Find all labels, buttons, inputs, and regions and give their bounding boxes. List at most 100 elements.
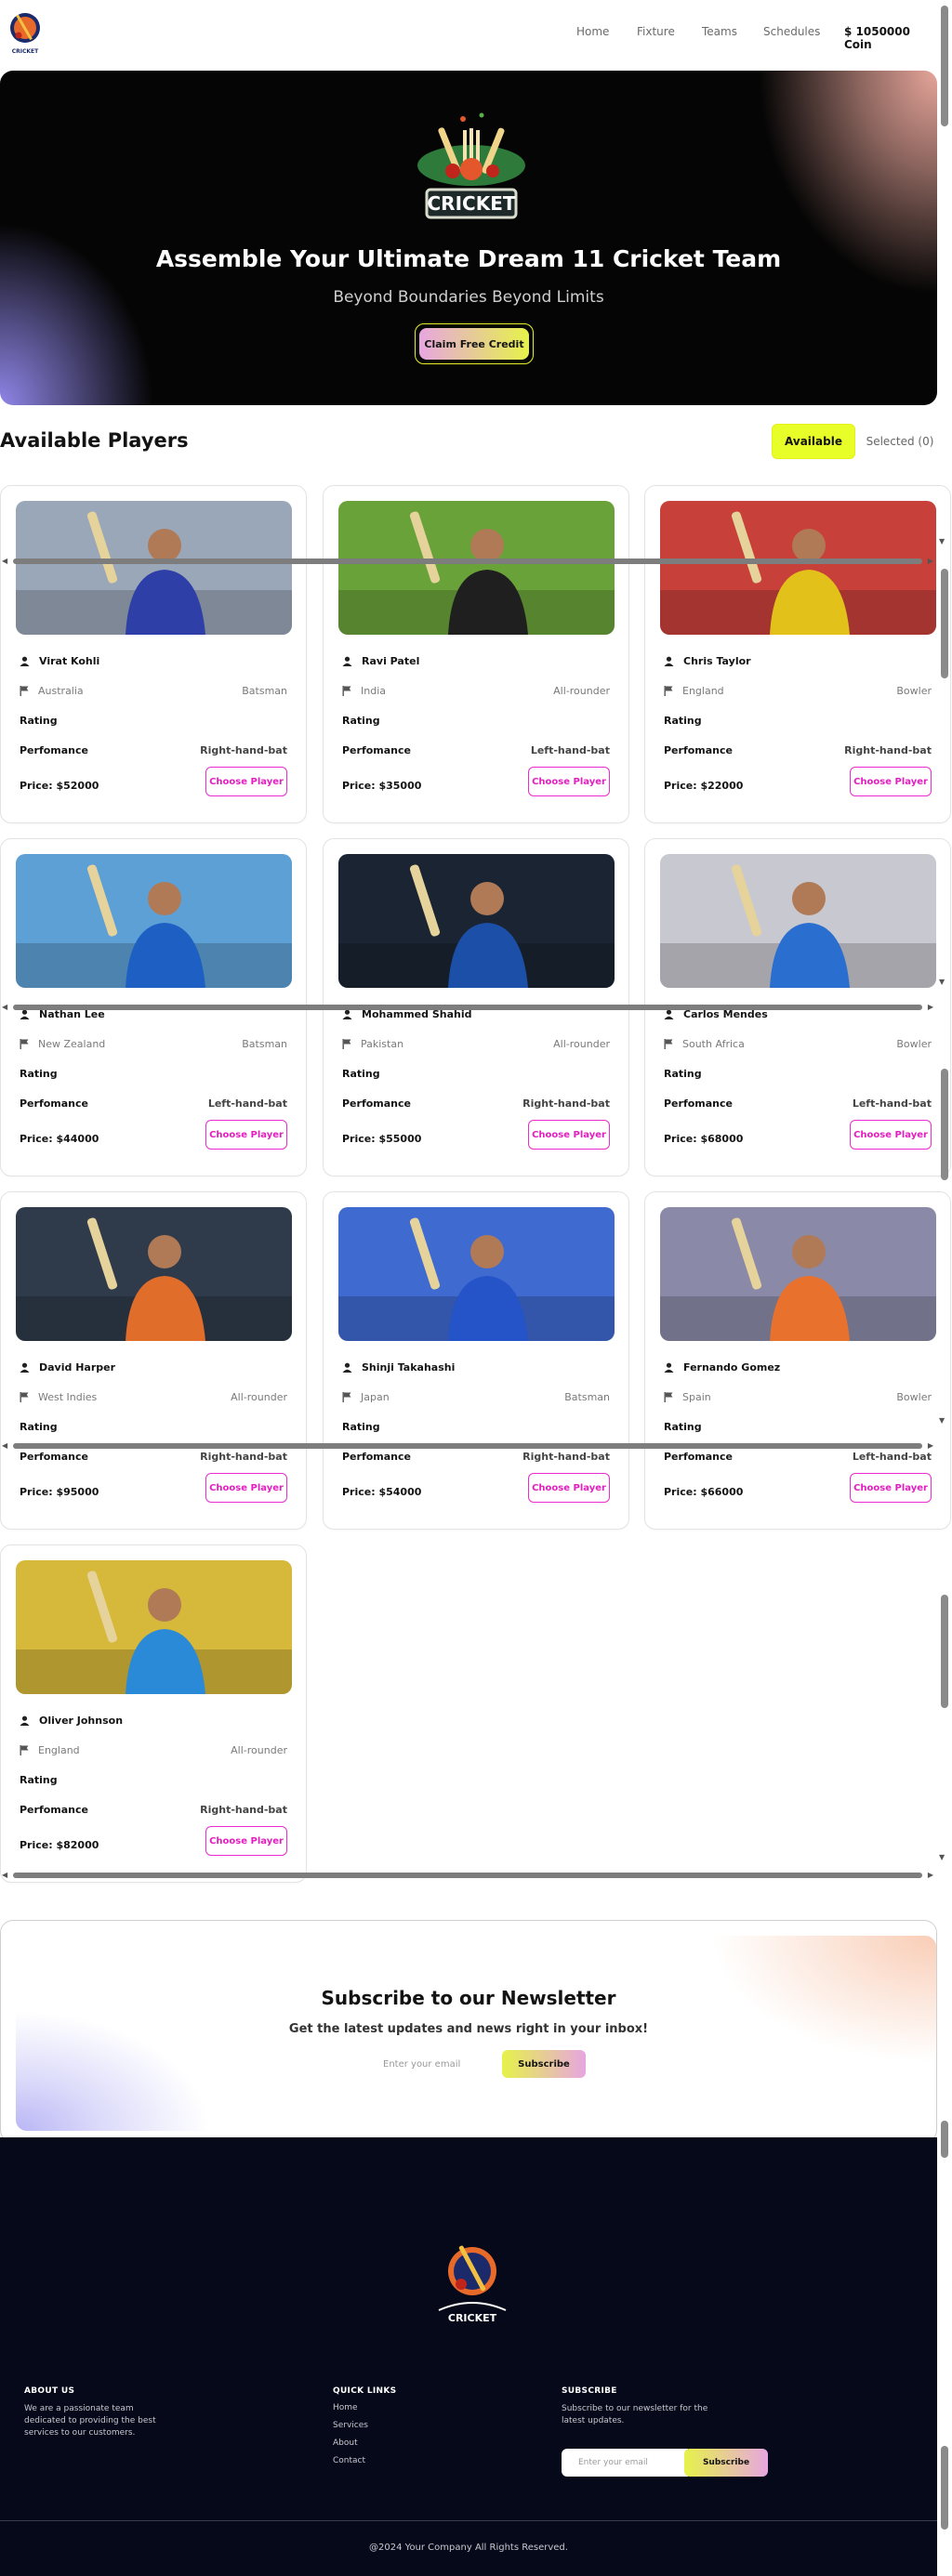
scroll-left-arrow-icon[interactable]: ◀ [2, 1871, 7, 1879]
player-photo [660, 501, 936, 635]
vertical-scrollbar-thumb[interactable] [941, 6, 948, 126]
scrollbar-thumb[interactable] [13, 1443, 922, 1449]
choose-player-button[interactable]: Choose Player [205, 1120, 287, 1150]
player-card: David Harper West Indies All-rounder Rating… [0, 1191, 307, 1530]
horizontal-scrollbar[interactable]: ◀ ▶ [0, 1440, 935, 1452]
svg-text:CRICKET: CRICKET [12, 48, 39, 55]
nav-teams-link[interactable]: Teams [702, 25, 737, 38]
player-batting-style: Left-hand-bat [852, 1097, 932, 1110]
player-performance-label: Perfomance [664, 1451, 733, 1463]
scroll-left-arrow-icon[interactable]: ◀ [2, 557, 7, 565]
player-card: Virat Kohli Australia Batsman Rating Perfoma… [0, 485, 307, 823]
player-rating-label: Rating [20, 1421, 58, 1433]
scroll-left-arrow-icon[interactable]: ◀ [2, 1003, 7, 1011]
player-country: India [361, 685, 386, 697]
player-name: Virat Kohli [39, 655, 100, 667]
horizontal-scrollbar[interactable]: ◀ ▶ [0, 1002, 935, 1013]
player-price: Price: $22000 [664, 780, 744, 792]
footer-link-about[interactable]: About [333, 2438, 358, 2448]
selected-toggle-button[interactable]: Selected (0) [861, 424, 939, 459]
nav-schedules-link[interactable]: Schedules [763, 25, 820, 38]
user-icon [664, 656, 674, 666]
player-rating-label: Rating [342, 1421, 380, 1433]
newsletter-subscribe-button[interactable]: Subscribe [502, 2050, 586, 2078]
scroll-down-arrow-icon[interactable]: ▼ [939, 1416, 945, 1425]
choose-player-button[interactable]: Choose Player [528, 1120, 610, 1150]
player-price: Price: $66000 [664, 1486, 744, 1498]
flag-icon [664, 1039, 673, 1049]
cricket-logo-icon[interactable]: CRICKET [7, 7, 43, 58]
footer-link-contact[interactable]: Contact [333, 2456, 365, 2465]
flag-icon [664, 1392, 673, 1402]
choose-player-button[interactable]: Choose Player [205, 1473, 287, 1503]
choose-player-button[interactable]: Choose Player [528, 1473, 610, 1503]
player-country: England [682, 685, 724, 697]
horizontal-scrollbar[interactable]: ◀ ▶ [0, 1870, 935, 1881]
vertical-scrollbar-thumb[interactable] [941, 2121, 948, 2158]
vertical-scrollbar-thumb[interactable] [941, 1595, 948, 1708]
player-price: Price: $44000 [20, 1133, 99, 1145]
scroll-right-arrow-icon[interactable]: ▶ [928, 557, 933, 565]
navbar: CRICKET Home Fixture Teams Schedules $ 1… [0, 0, 939, 71]
player-role: Batsman [564, 1391, 610, 1403]
player-batting-style: Right-hand-bat [522, 1451, 610, 1463]
available-toggle-button[interactable]: Available [772, 424, 855, 459]
scroll-down-arrow-icon[interactable]: ▼ [939, 978, 945, 986]
flag-icon [20, 1039, 29, 1049]
vertical-scrollbar-thumb[interactable] [941, 2446, 948, 2530]
scroll-right-arrow-icon[interactable]: ▶ [928, 1871, 933, 1879]
choose-player-button[interactable]: Choose Player [850, 767, 932, 796]
player-name-row: Chris Taylor [664, 655, 751, 667]
choose-player-button[interactable]: Choose Player [528, 767, 610, 796]
footer-link-services[interactable]: Services [333, 2421, 368, 2430]
scrollbar-thumb[interactable] [13, 1873, 922, 1878]
player-name: Ravi Patel [362, 655, 420, 667]
scrollbar-thumb[interactable] [13, 559, 922, 564]
player-photo [660, 1207, 936, 1341]
player-performance-label: Perfomance [342, 1097, 411, 1110]
player-name: Shinji Takahashi [362, 1361, 456, 1373]
scroll-right-arrow-icon[interactable]: ▶ [928, 1003, 933, 1011]
player-photo [338, 501, 615, 635]
player-name: Oliver Johnson [39, 1715, 124, 1727]
vertical-scrollbar-thumb[interactable] [941, 569, 948, 678]
footer-divider [0, 2520, 937, 2521]
scroll-right-arrow-icon[interactable]: ▶ [928, 1441, 933, 1450]
footer-about-title: ABOUT US [24, 2386, 75, 2396]
footer-copyright: @2024 Your Company All Rights Reserved. [369, 2543, 568, 2553]
user-icon [342, 1362, 352, 1373]
flag-icon [342, 1039, 351, 1049]
claim-credit-button[interactable]: Claim Free Credit [419, 328, 529, 360]
player-batting-style: Right-hand-bat [844, 744, 932, 756]
scroll-down-arrow-icon[interactable]: ▼ [939, 537, 945, 545]
player-rating-label: Rating [20, 1774, 58, 1786]
vertical-scrollbar-thumb[interactable] [941, 1069, 948, 1180]
player-rating-label: Rating [664, 1068, 702, 1080]
player-performance-label: Perfomance [342, 744, 411, 756]
footer-email-input[interactable]: Enter your email [562, 2449, 688, 2477]
cricket-banner-icon: CRICKET [417, 112, 525, 219]
nav-home-link[interactable]: Home [576, 25, 609, 38]
newsletter-email-input[interactable]: Enter your email [370, 2050, 496, 2078]
scrollbar-thumb[interactable] [13, 1005, 922, 1010]
player-performance-label: Perfomance [20, 744, 88, 756]
footer-subscribe-button[interactable]: Subscribe [684, 2449, 768, 2477]
scroll-left-arrow-icon[interactable]: ◀ [2, 1441, 7, 1450]
player-country: Japan [361, 1391, 390, 1403]
choose-player-button[interactable]: Choose Player [205, 767, 287, 796]
horizontal-scrollbar[interactable]: ◀ ▶ [0, 556, 935, 567]
player-country-row: India [342, 685, 386, 697]
choose-player-button[interactable]: Choose Player [850, 1120, 932, 1150]
player-country: England [38, 1744, 80, 1756]
flag-icon [664, 686, 673, 696]
player-photo [338, 854, 615, 988]
player-country-row: Australia [20, 685, 84, 697]
nav-fixture-link[interactable]: Fixture [637, 25, 675, 38]
player-photo [660, 854, 936, 988]
footer-link-home[interactable]: Home [333, 2403, 358, 2412]
player-name-row: Oliver Johnson [20, 1715, 123, 1727]
player-role: All-rounder [553, 685, 610, 697]
choose-player-button[interactable]: Choose Player [205, 1826, 287, 1856]
scroll-down-arrow-icon[interactable]: ▼ [939, 1853, 945, 1861]
choose-player-button[interactable]: Choose Player [850, 1473, 932, 1503]
